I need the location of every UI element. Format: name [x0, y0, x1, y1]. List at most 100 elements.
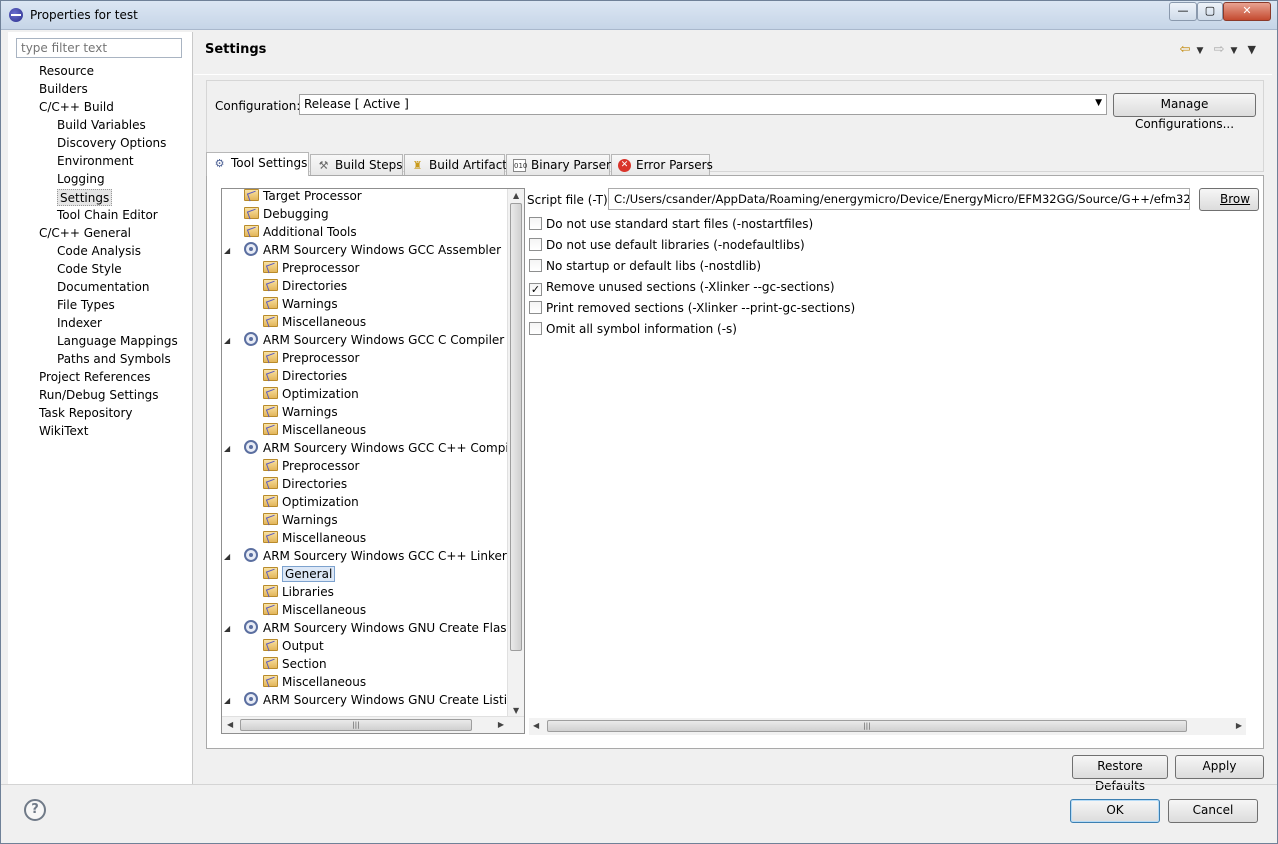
tab-tool-settings[interactable]: ⚙ Tool Settings	[206, 152, 309, 176]
tool-tree-item[interactable]: Preprocessor	[263, 350, 359, 367]
sidebar-item-file-types[interactable]: File Types	[57, 297, 115, 314]
sidebar-item-project-references[interactable]: Project References	[39, 369, 151, 386]
tool-tree-item[interactable]: Directories	[263, 476, 347, 493]
tool-tree-item[interactable]: Directories	[263, 368, 347, 385]
restore-defaults-button[interactable]: Restore Defaults	[1072, 755, 1168, 793]
sidebar-item-build-variables[interactable]: Build Variables	[57, 117, 146, 134]
tool-tree-item[interactable]: Directories	[263, 278, 347, 295]
checkbox-checked-icon[interactable]: ✓	[529, 283, 542, 296]
configuration-select[interactable]: Release [ Active ] ▼	[299, 94, 1107, 115]
option-checkbox[interactable]: Omit all symbol information (-s)	[529, 321, 737, 338]
tool-tree-item[interactable]: Miscellaneous	[263, 422, 366, 439]
sidebar-item-task-repository[interactable]: Task Repository	[39, 405, 133, 422]
filter-input[interactable]	[16, 38, 182, 58]
option-checkbox[interactable]: Do not use standard start files (-nostar…	[529, 216, 813, 233]
scroll-right-icon[interactable]: ▶	[1236, 721, 1242, 730]
forward-dropdown-icon[interactable]: ▼	[1230, 46, 1237, 56]
tool-tree-item[interactable]: Miscellaneous	[263, 530, 366, 547]
help-icon[interactable]: ?	[24, 799, 46, 821]
checkbox-icon[interactable]	[529, 217, 542, 230]
tool-tree-item[interactable]: General	[263, 566, 336, 583]
tool-tree-node[interactable]: ◢ ARM Sourcery Windows GCC Assembler	[224, 242, 501, 259]
scroll-right-icon[interactable]: ▶	[498, 720, 504, 729]
tool-tree-node[interactable]: ◢ ARM Sourcery Windows GNU Create Listing	[224, 692, 522, 709]
close-button[interactable]: ✕	[1223, 2, 1271, 21]
checkbox-icon[interactable]	[529, 238, 542, 251]
sidebar-item-paths-and-symbols[interactable]: Paths and Symbols	[57, 351, 171, 368]
tool-tree-item[interactable]: Miscellaneous	[263, 602, 366, 619]
sidebar-item-run-debug-settings[interactable]: Run/Debug Settings	[39, 387, 159, 404]
back-dropdown-icon[interactable]: ▼	[1197, 46, 1204, 56]
tool-tree-item[interactable]: Miscellaneous	[263, 674, 366, 691]
tool-tree-item[interactable]: Debugging	[244, 206, 329, 223]
option-checkbox[interactable]: Print removed sections (-Xlinker --print…	[529, 300, 855, 317]
collapse-icon[interactable]: ◢	[224, 440, 230, 457]
collapse-icon[interactable]: ◢	[224, 548, 230, 565]
option-checkbox[interactable]: ✓ Remove unused sections (-Xlinker --gc-s…	[529, 279, 835, 296]
tool-tree-item[interactable]: Optimization	[263, 494, 359, 511]
sidebar-item-c-c-general[interactable]: C/C++ General	[39, 225, 131, 242]
browse-button[interactable]: Brow	[1199, 188, 1259, 211]
tool-tree-node[interactable]: ◢ ARM Sourcery Windows GCC C++ Compiler	[224, 440, 524, 457]
tab-binary-parsers[interactable]: 010 Binary Parsers	[506, 154, 617, 176]
collapse-icon[interactable]: ◢	[224, 692, 230, 709]
tree-vertical-scrollbar[interactable]: ▲ ▼	[507, 189, 524, 717]
sidebar-item-documentation[interactable]: Documentation	[57, 279, 150, 296]
ok-button[interactable]: OK	[1070, 799, 1160, 823]
back-icon[interactable]: ⇦	[1180, 42, 1191, 57]
sidebar-item-builders[interactable]: Builders	[39, 81, 88, 98]
cancel-button[interactable]: Cancel	[1168, 799, 1258, 823]
tool-tree-item[interactable]: Additional Tools	[244, 224, 357, 241]
option-checkbox[interactable]: No startup or default libs (-nostdlib)	[529, 258, 761, 275]
view-menu-icon[interactable]: ▼	[1248, 43, 1256, 56]
sidebar-item-resource[interactable]: Resource	[39, 63, 94, 80]
minimize-button[interactable]: —	[1169, 2, 1197, 21]
sidebar-item-settings[interactable]: Settings	[57, 189, 113, 206]
scroll-left-icon[interactable]: ◀	[533, 721, 539, 730]
tool-tree-item[interactable]: Target Processor	[244, 189, 362, 205]
sidebar-item-environment[interactable]: Environment	[57, 153, 134, 170]
tool-tree-item[interactable]: Warnings	[263, 512, 338, 529]
sidebar-item-code-analysis[interactable]: Code Analysis	[57, 243, 141, 260]
tool-tree-item[interactable]: Warnings	[263, 296, 338, 313]
tool-tree-item[interactable]: Optimization	[263, 386, 359, 403]
scroll-left-icon[interactable]: ◀	[227, 720, 233, 729]
manage-configurations-button[interactable]: Manage Configurations...	[1113, 93, 1256, 131]
tree-horizontal-scrollbar[interactable]: ◀ ||| ▶	[222, 716, 524, 733]
tool-tree-item[interactable]: Warnings	[263, 404, 338, 421]
sidebar-item-tool-chain-editor[interactable]: Tool Chain Editor	[57, 207, 158, 224]
sidebar-item-discovery-options[interactable]: Discovery Options	[57, 135, 166, 152]
tool-tree-item[interactable]: Preprocessor	[263, 458, 359, 475]
sidebar-item-c-c-build[interactable]: C/C++ Build	[39, 99, 114, 116]
tool-tree-item[interactable]: Section	[263, 656, 327, 673]
tool-tree-item[interactable]: Miscellaneous	[263, 314, 366, 331]
scrollbar-thumb[interactable]: |||	[547, 720, 1187, 732]
apply-button[interactable]: Apply	[1175, 755, 1264, 779]
sidebar-item-language-mappings[interactable]: Language Mappings	[57, 333, 178, 350]
option-checkbox[interactable]: Do not use default libraries (-nodefault…	[529, 237, 805, 254]
forward-icon[interactable]: ⇨	[1214, 42, 1225, 57]
scroll-down-icon[interactable]: ▼	[513, 706, 519, 715]
options-horizontal-scrollbar[interactable]: ◀ ||| ▶	[529, 718, 1246, 735]
script-file-field[interactable]: C:/Users/csander/AppData/Roaming/energym…	[608, 188, 1190, 210]
sidebar-item-code-style[interactable]: Code Style	[57, 261, 122, 278]
tool-tree-node[interactable]: ◢ ARM Sourcery Windows GCC C++ Linker	[224, 548, 507, 565]
collapse-icon[interactable]: ◢	[224, 242, 230, 259]
sidebar-item-wikitext[interactable]: WikiText	[39, 423, 89, 440]
maximize-button[interactable]: ▢	[1197, 2, 1223, 21]
checkbox-icon[interactable]	[529, 259, 542, 272]
checkbox-icon[interactable]	[529, 322, 542, 335]
checkbox-icon[interactable]	[529, 301, 542, 314]
scroll-up-icon[interactable]: ▲	[513, 191, 519, 200]
tool-tree-node[interactable]: ◢ ARM Sourcery Windows GCC C Compiler	[224, 332, 504, 349]
tool-tree-item[interactable]: Preprocessor	[263, 260, 359, 277]
collapse-icon[interactable]: ◢	[224, 332, 230, 349]
sidebar-item-indexer[interactable]: Indexer	[57, 315, 102, 332]
collapse-icon[interactable]: ◢	[224, 620, 230, 637]
scroll-track[interactable]: |||	[543, 718, 1193, 735]
tab-build-artifact[interactable]: ♜ Build Artifact	[404, 154, 507, 176]
tab-build-steps[interactable]: ⚒ Build Steps	[310, 154, 403, 176]
tab-error-parsers[interactable]: ✕ Error Parsers	[611, 154, 713, 176]
tool-tree-item[interactable]: Output	[263, 638, 324, 655]
sidebar-item-logging[interactable]: Logging	[57, 171, 105, 188]
